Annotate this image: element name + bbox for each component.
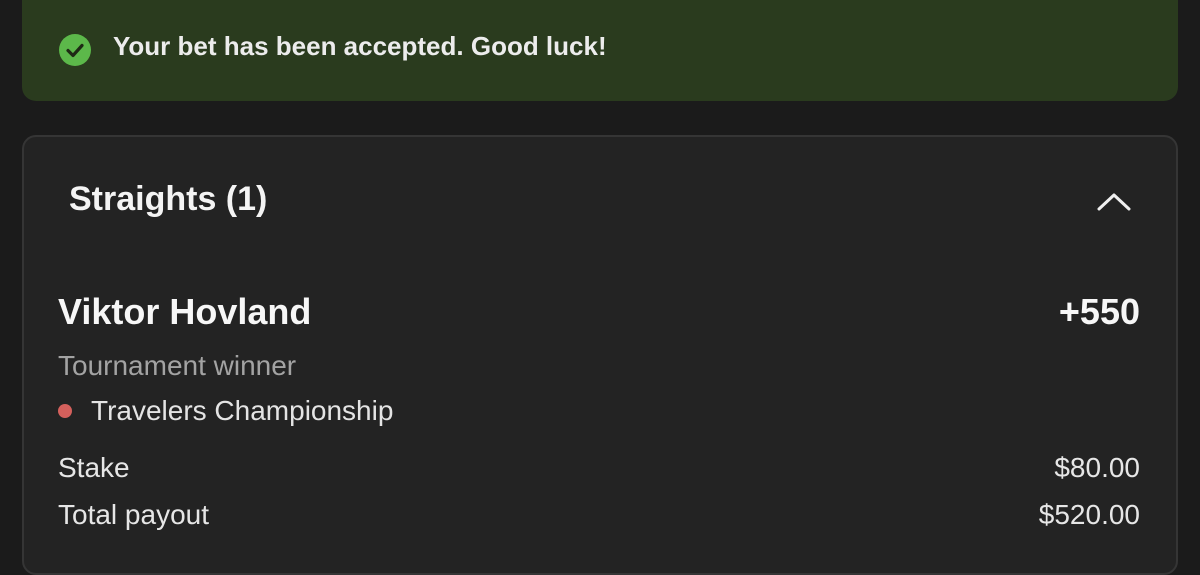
- bet-selection: Viktor Hovland: [58, 291, 312, 332]
- stake-label: Stake: [58, 452, 130, 483]
- stake-value: $80.00: [1054, 452, 1140, 483]
- checkmark-circle-icon: [59, 34, 91, 66]
- event-name: Travelers Championship: [91, 395, 394, 426]
- section-title: Straights (1): [69, 180, 268, 218]
- total-payout-label: Total payout: [58, 499, 209, 530]
- total-payout-value: $520.00: [1038, 499, 1140, 530]
- collapse-button[interactable]: [1094, 183, 1134, 217]
- bet-odds: +550: [1058, 291, 1140, 332]
- event-status-dot: [58, 404, 72, 418]
- toast-message: Your bet has been accepted. Good luck!: [113, 31, 607, 61]
- straights-card: Straights (1) Viktor Hovland +550 Tourna…: [22, 135, 1178, 575]
- chevron-up-icon: [1094, 193, 1134, 221]
- bet-market: Tournament winner: [58, 350, 297, 381]
- bet-accepted-toast: Your bet has been accepted. Good luck!: [22, 0, 1178, 101]
